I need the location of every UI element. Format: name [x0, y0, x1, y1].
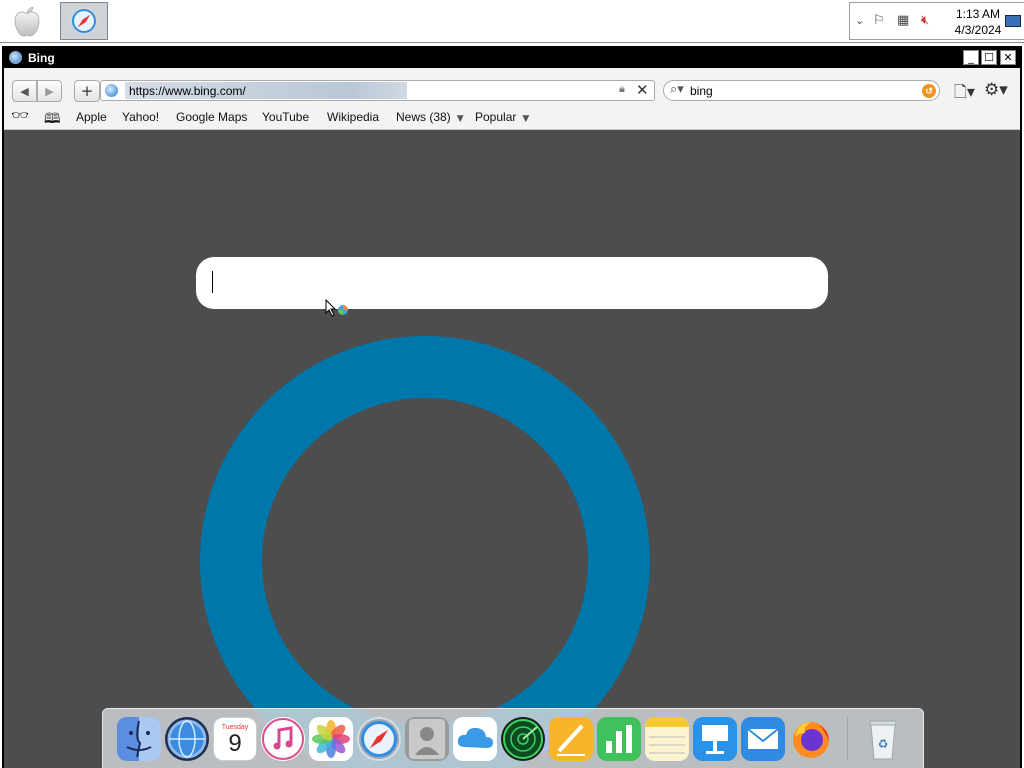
bing-logo-ring — [200, 336, 650, 768]
minimize-button[interactable]: _ — [963, 50, 979, 65]
show-desktop-icon[interactable] — [1005, 15, 1021, 27]
bookmark-yahoo[interactable]: Yahoo! — [122, 110, 159, 124]
keynote-podium-icon — [693, 717, 737, 761]
svg-text:♻: ♻ — [878, 737, 889, 751]
dock-finder[interactable] — [117, 717, 161, 761]
dock-photos[interactable] — [309, 717, 353, 761]
add-bookmark-button[interactable]: + — [74, 80, 100, 102]
forward-arrow-icon: ▶ — [45, 84, 54, 98]
window-title: Bing — [28, 51, 55, 65]
dock-firefox[interactable] — [789, 717, 833, 761]
maximize-button[interactable]: ☐ — [981, 50, 997, 65]
bookmark-news-label: News (38) — [396, 110, 451, 124]
stop-icon[interactable]: ✕ — [636, 81, 649, 99]
text-caret — [212, 271, 213, 293]
mouse-cursor-icon — [325, 299, 348, 317]
apple-logo-icon — [14, 6, 40, 37]
notes-icon — [645, 717, 689, 761]
dock-separator — [847, 717, 848, 761]
bookmarks-book-icon[interactable]: 🕮 — [44, 108, 61, 132]
photos-flower-icon — [312, 720, 350, 758]
clock-time[interactable]: 1:13 AM — [953, 7, 1003, 21]
bar-chart-icon — [597, 717, 641, 761]
system-tray: ⌄ ⚐ ▦ 🔇︎ 1:13 AM 4/3/2024 — [849, 2, 1024, 40]
address-bar[interactable]: https://www.bing.com/ 🔒︎ ✕ — [100, 80, 655, 101]
bookmark-google-maps[interactable]: Google Maps — [176, 110, 247, 124]
bookmark-popular-label: Popular — [475, 110, 517, 124]
finder-icon — [117, 717, 161, 761]
flag-icon[interactable]: ⚐ — [873, 13, 885, 28]
page-content — [4, 131, 1020, 768]
clock-date[interactable]: 4/3/2024 — [950, 23, 1006, 37]
dock-globe[interactable] — [165, 717, 209, 761]
dock-icloud[interactable] — [453, 717, 497, 761]
bing-search-input[interactable] — [196, 257, 828, 309]
gear-icon[interactable]: ⚙▾ — [984, 80, 1008, 100]
firefox-icon — [793, 722, 829, 758]
plus-icon: + — [80, 82, 94, 100]
bookmark-apple[interactable]: Apple — [76, 110, 107, 124]
safari-icon — [70, 7, 98, 35]
back-button[interactable]: ◀ — [12, 80, 37, 102]
dock-notes[interactable] — [645, 717, 689, 761]
dock-pages[interactable] — [549, 717, 593, 761]
contacts-icon — [409, 719, 445, 759]
dock: Tuesday 9 ♻ — [102, 708, 924, 768]
radar-icon — [503, 719, 543, 759]
music-note-icon — [262, 718, 304, 760]
dropdown-arrow-icon: ▼ — [522, 114, 530, 124]
dock-mail[interactable] — [741, 717, 785, 761]
address-text[interactable]: https://www.bing.com/ — [129, 84, 246, 98]
bookmark-youtube[interactable]: YouTube — [262, 110, 309, 124]
reading-list-icon[interactable]: 👓︎ — [11, 108, 29, 124]
search-go-icon[interactable]: ↺ — [922, 84, 936, 98]
bookmark-news-folder[interactable]: News (38) ▼ — [396, 110, 464, 124]
dock-keynote[interactable] — [693, 717, 737, 761]
dock-numbers[interactable] — [597, 717, 641, 761]
globe-icon — [105, 84, 118, 97]
safari-compass-icon — [359, 719, 399, 759]
dropdown-arrow-icon: ▼ — [456, 114, 464, 124]
bookmark-wikipedia[interactable]: Wikipedia — [327, 110, 379, 124]
cloud-icon — [457, 727, 493, 748]
trash-recycle-icon: ♻ — [869, 720, 897, 760]
safari-taskbar-button[interactable] — [60, 2, 108, 40]
taskbar: ⌄ ⚐ ▦ 🔇︎ 1:13 AM 4/3/2024 — [0, 0, 1024, 43]
bookmarks-bar: 👓︎ 🕮 Apple Yahoo! Google Maps YouTube Wi… — [4, 106, 1020, 128]
globe-icon — [167, 719, 207, 759]
network-icon[interactable]: ▦ — [897, 13, 909, 28]
browser-toolbar: ◀ ▶ + https://www.bing.com/ 🔒︎ ✕ ⌕▾ bing… — [4, 68, 1020, 130]
search-query[interactable]: bing — [690, 84, 713, 98]
bookmark-popular-folder[interactable]: Popular ▼ — [475, 110, 529, 124]
apple-menu-button[interactable] — [6, 2, 48, 40]
bing-favicon-icon — [9, 51, 22, 64]
search-icon[interactable]: ⌕▾ — [670, 82, 684, 97]
calendar-day: 9 — [228, 729, 242, 757]
back-arrow-icon: ◀ — [20, 84, 29, 98]
forward-button[interactable]: ▶ — [37, 80, 62, 102]
search-bar[interactable]: ⌕▾ bing ↺ — [663, 80, 940, 101]
volume-muted-icon[interactable]: 🔇︎ — [921, 13, 929, 28]
dock-calendar[interactable]: Tuesday 9 — [213, 717, 257, 761]
dock-itunes[interactable] — [261, 717, 305, 761]
dock-trash[interactable]: ♻ — [861, 717, 905, 761]
browser-window: Bing _ ☐ ✕ ◀ ▶ + https://www.bing.com/ 🔒… — [2, 46, 1022, 768]
title-bar[interactable]: Bing _ ☐ ✕ — [4, 48, 1020, 68]
pencil-icon — [549, 717, 593, 761]
lock-icon: 🔒︎ — [619, 83, 625, 95]
dock-radar[interactable] — [501, 717, 545, 761]
mail-envelope-icon — [741, 717, 785, 761]
tray-expand-icon[interactable]: ⌄ — [855, 14, 864, 27]
page-menu-icon[interactable]: 🗋▾ — [954, 81, 975, 108]
close-button[interactable]: ✕ — [1000, 50, 1016, 65]
dock-safari[interactable] — [357, 717, 401, 761]
dock-contacts[interactable] — [405, 717, 449, 761]
